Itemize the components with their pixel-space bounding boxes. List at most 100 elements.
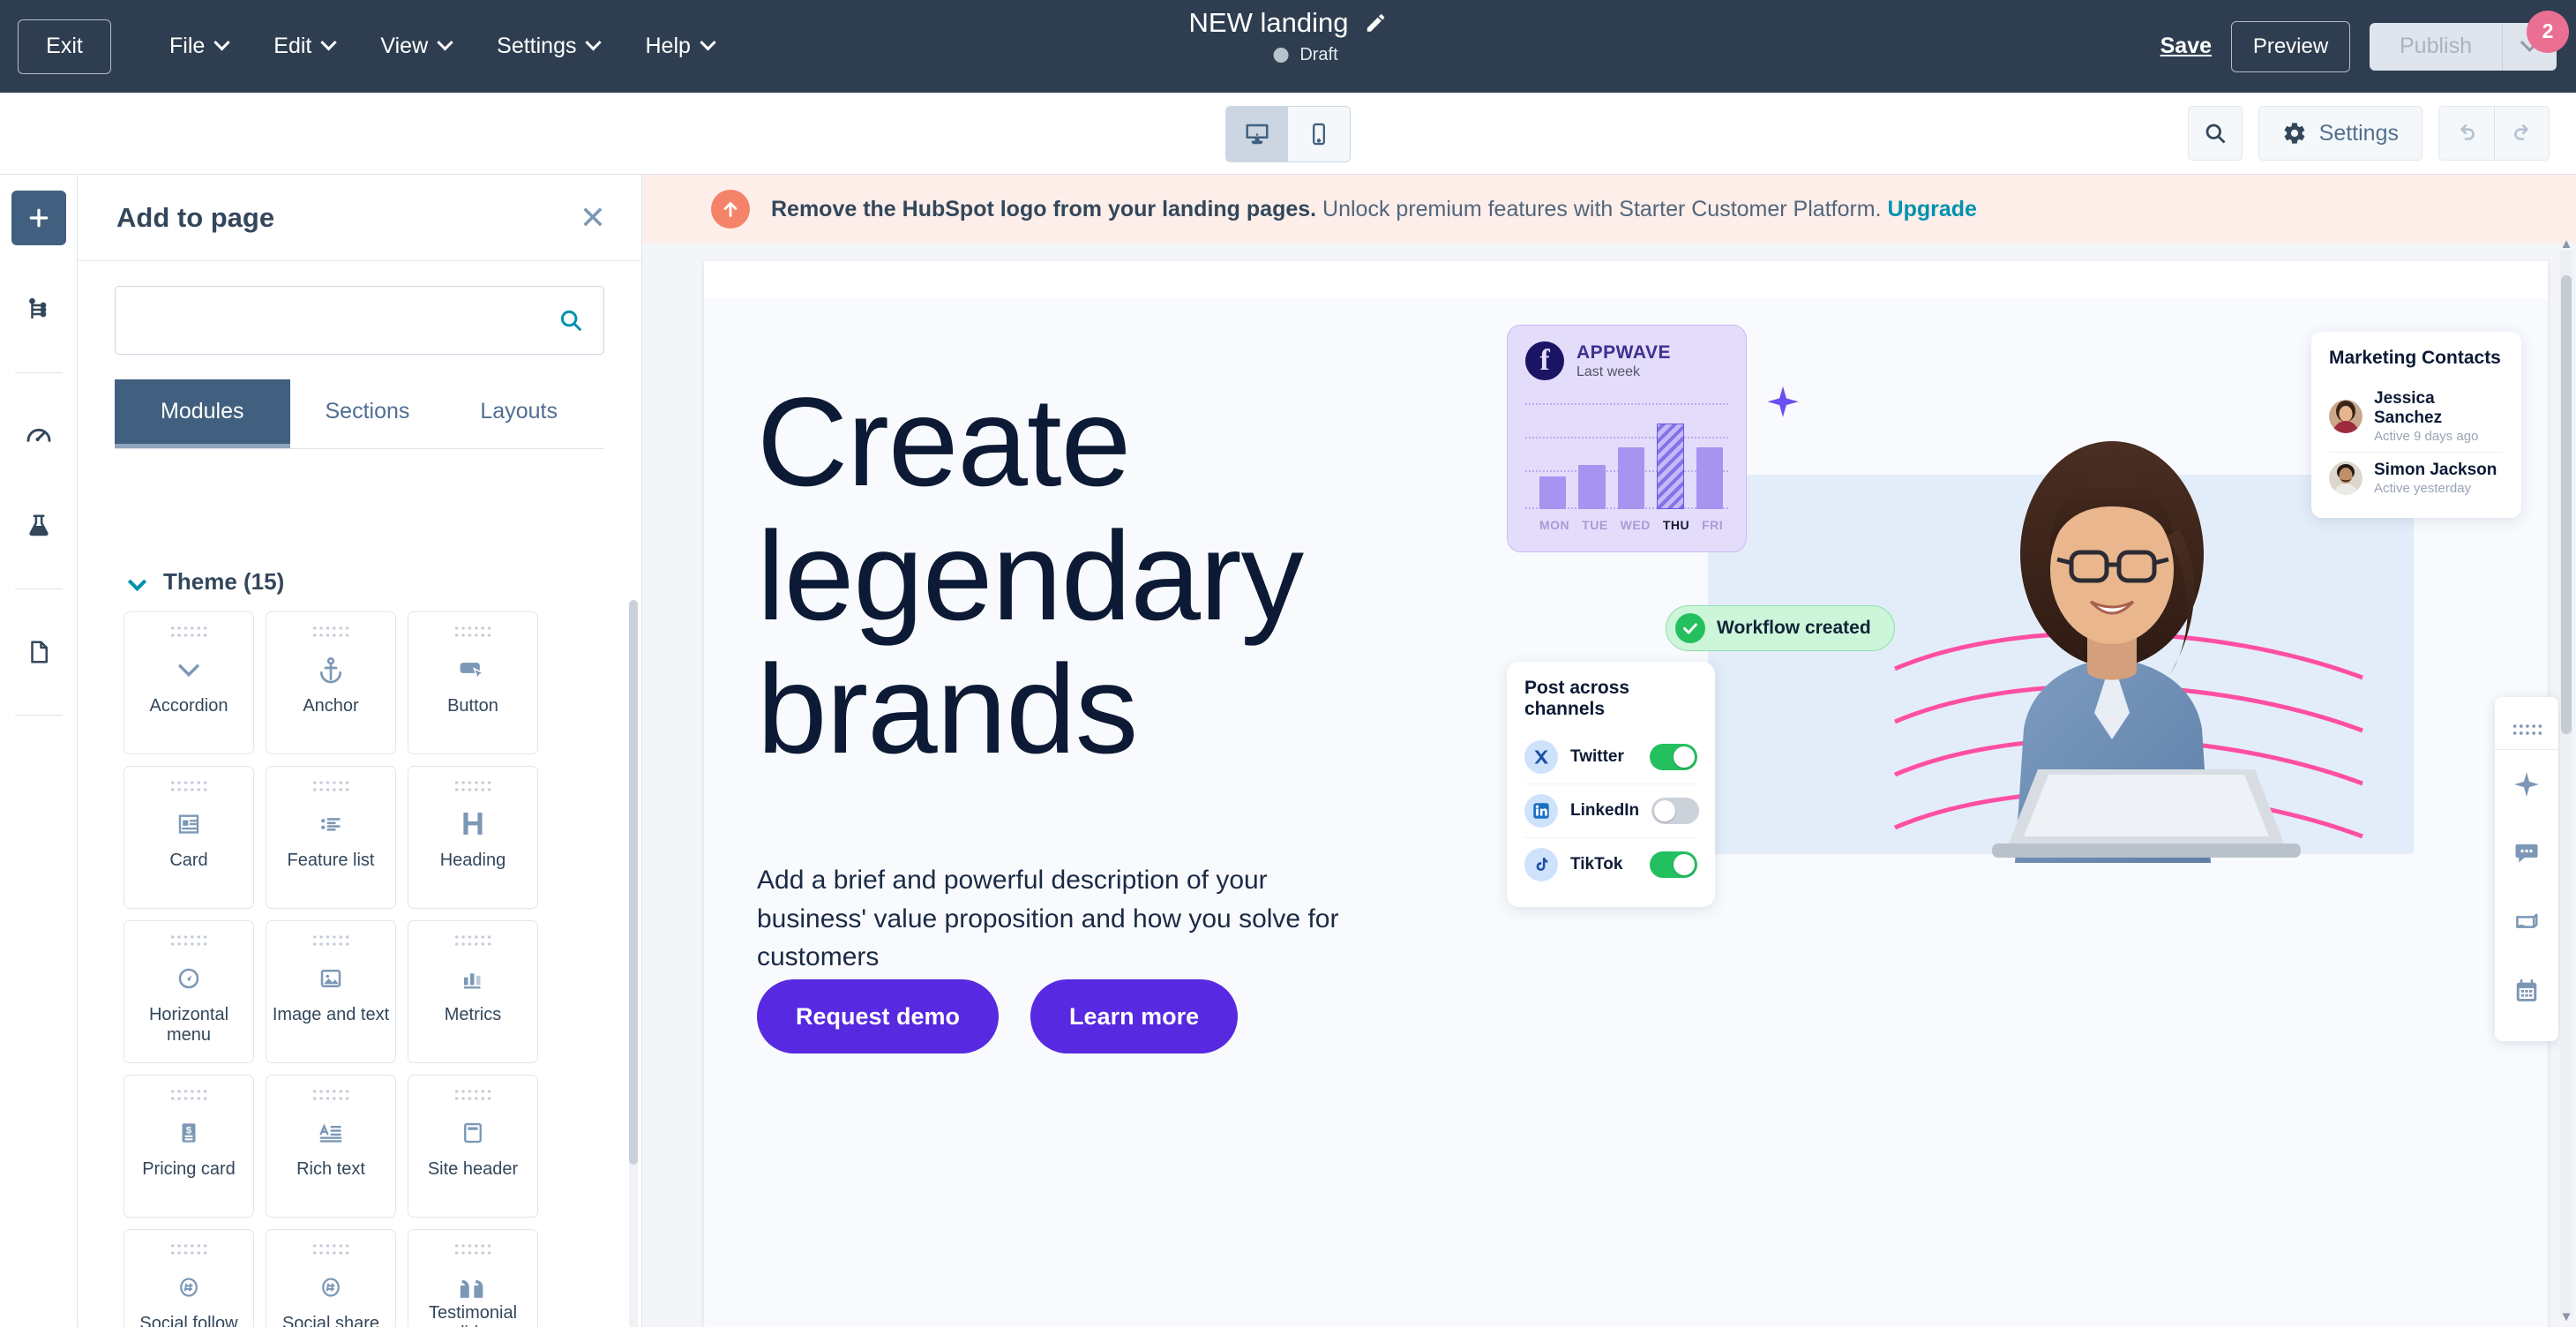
scrollbar-thumb[interactable] [2561,275,2572,734]
grip-dots-icon[interactable] [169,1242,208,1257]
upgrade-link[interactable]: Upgrade [1888,197,1977,221]
chat-button[interactable] [2495,819,2558,888]
module-card-feature-list[interactable]: Feature list [266,766,396,909]
grip-dots-icon[interactable] [453,1088,492,1103]
settings-button[interactable]: Settings [2258,106,2422,161]
device-desktop-button[interactable] [1226,107,1288,161]
sidebar-item-ab-test[interactable] [11,499,66,553]
category-theme[interactable]: Theme (15) [115,545,604,611]
menu-file[interactable]: File [146,23,251,70]
grip-dots-icon[interactable] [311,625,350,640]
module-card-social-share[interactable]: Social share [266,1229,396,1327]
module-label: Horizontal menu [148,1005,229,1045]
menu-file-label: File [169,34,206,58]
chevron-down-icon [437,34,453,51]
grip-dots-icon[interactable] [311,933,350,948]
exit-button[interactable]: Exit [18,19,111,74]
device-mobile-button[interactable] [1288,107,1350,161]
save-button[interactable]: Save [2160,34,2212,59]
device-preview-toggle [1225,106,1351,162]
module-card-site-header[interactable]: Site header [408,1075,538,1218]
panel-scrollbar[interactable] [629,600,638,1327]
notification-badge[interactable]: 2 [2527,10,2569,53]
channel-toggle-linkedin[interactable] [1651,798,1700,824]
module-card-anchor[interactable]: Anchor [266,611,396,754]
module-label: Rich text [296,1159,365,1179]
module-card-social-follow[interactable]: Social follow [124,1229,254,1327]
module-card-metrics[interactable]: Metrics [408,920,538,1063]
sidebar-item-page-details[interactable] [11,625,66,679]
learn-more-button[interactable]: Learn more [1030,979,1239,1053]
left-icon-rail [0,175,78,1327]
image-icon [318,956,344,1001]
menu-edit[interactable]: Edit [251,23,357,70]
contact-name: Jessica Sanchez [2374,389,2443,427]
search-button[interactable] [2187,106,2243,161]
grip-dots-icon[interactable] [169,1088,208,1103]
grip-dots-icon[interactable] [2495,709,2558,750]
search-box[interactable] [115,286,604,355]
module-card-image-and-text[interactable]: Image and text [266,920,396,1063]
search-input[interactable] [135,308,558,333]
chart-bar [1539,476,1567,509]
tab-layouts[interactable]: Layouts [445,379,593,448]
tab-sections[interactable]: Sections [290,379,446,448]
chart-x-label: WED [1620,518,1651,532]
svg-text:$: $ [186,1126,192,1136]
sidebar-item-optimize[interactable] [11,409,66,463]
grip-dots-icon[interactable] [311,779,350,794]
module-card-pricing-card[interactable]: $ Pricing card [124,1075,254,1218]
sidebar-item-add[interactable] [11,191,66,245]
grip-dots-icon[interactable] [169,625,208,640]
module-card-accordion[interactable]: Accordion [124,611,254,754]
preview-button[interactable]: Preview [2231,20,2350,72]
grip-dots-icon[interactable] [169,933,208,948]
grip-dots-icon[interactable] [453,933,492,948]
hero-section[interactable]: Create legendary brands Add a brief and … [704,298,2548,1327]
channel-toggle-twitter[interactable] [1650,744,1697,770]
module-label: Metrics [444,1005,502,1024]
module-card-button[interactable]: Button [408,611,538,754]
edit-pencil-icon[interactable] [1364,11,1387,34]
menu-settings[interactable]: Settings [474,23,622,70]
ai-assistant-button[interactable] [2495,750,2558,819]
request-demo-button[interactable]: Request demo [757,979,1000,1053]
hero-heading[interactable]: Create legendary brands [757,376,1551,777]
grip-dots-icon[interactable] [169,779,208,794]
canvas-scrollbar[interactable] [2560,251,2572,1316]
scroll-down-arrow-icon[interactable]: ▼ [2559,1309,2573,1324]
module-card-horizontal-menu[interactable]: Horizontal menu [124,920,254,1063]
module-card-heading[interactable]: H Heading [408,766,538,909]
grip-dots-icon[interactable] [311,1088,350,1103]
scroll-up-arrow-icon[interactable]: ▲ [2559,236,2573,251]
gauge-icon [26,428,50,442]
sidebar-item-content-tree[interactable] [11,282,66,337]
grip-dots-icon[interactable] [311,1242,350,1257]
channel-toggle-tiktok[interactable] [1650,851,1697,878]
knowledge-button[interactable] [2495,888,2558,956]
hero-paragraph[interactable]: Add a brief and powerful description of … [757,861,1374,977]
undo-button[interactable] [2439,107,2494,160]
rich-text-icon [318,1110,344,1156]
redo-button[interactable] [2494,107,2549,160]
module-card-testimonial-slider[interactable]: Testimonial slider [408,1229,538,1327]
publish-button[interactable]: Publish [2370,22,2502,71]
menu-help[interactable]: Help [622,23,736,70]
grip-dots-icon[interactable] [453,625,492,640]
meetings-button[interactable] [2495,956,2558,1025]
close-icon[interactable]: ✕ [580,201,606,234]
menu-view[interactable]: View [357,23,474,70]
page-preview-frame: Create legendary brands Add a brief and … [704,261,2548,1327]
top-actions: Save Preview Publish 2 [2160,10,2569,72]
contact-activity: Active yesterday [2374,481,2472,496]
hashtag-circle-icon [176,1264,202,1310]
hero-cta-group: Request demo Learn more [757,979,1239,1053]
module-card-rich-text[interactable]: Rich text [266,1075,396,1218]
grip-dots-icon[interactable] [453,1242,492,1257]
gear-icon [2284,123,2304,144]
grip-dots-icon[interactable] [453,779,492,794]
tab-modules[interactable]: Modules [115,379,290,448]
sparkle-icon [1767,386,1799,417]
module-card-card[interactable]: Card [124,766,254,909]
panel-search-area [78,261,641,355]
